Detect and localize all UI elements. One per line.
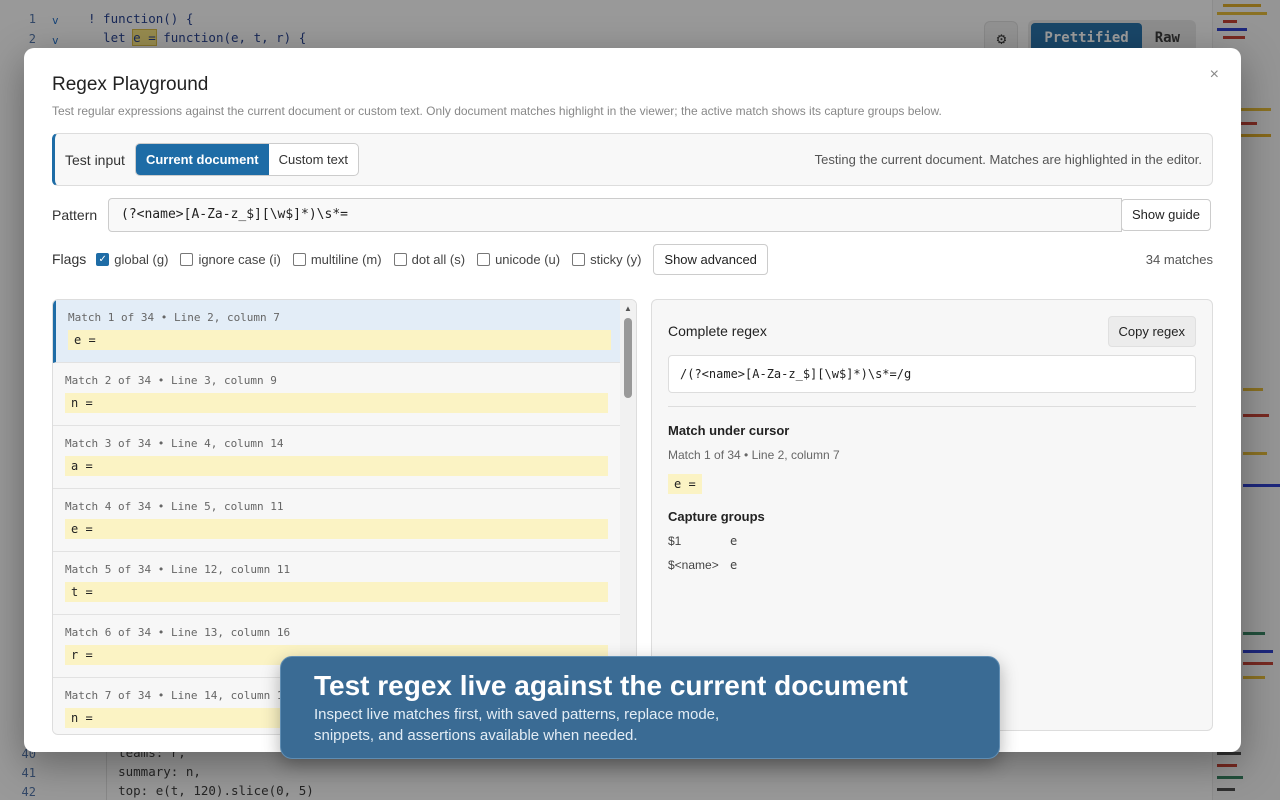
copy-regex-button[interactable]: Copy regex bbox=[1107, 316, 1196, 347]
custom-text-button[interactable]: Custom text bbox=[269, 144, 358, 175]
match-under-cursor-label: Match under cursor bbox=[668, 423, 790, 438]
match-meta: Match 5 of 34 • Line 12, column 11 bbox=[65, 563, 291, 576]
flag-label: global (g) bbox=[114, 251, 169, 267]
pattern-row: Pattern (?<name>[A-Za-z_$][\w$]*)\s*= Sh… bbox=[52, 198, 1213, 232]
flag-label: dot all (s) bbox=[411, 251, 466, 267]
flag-global[interactable]: ✓ global (g) bbox=[96, 252, 168, 267]
flag-dot-all[interactable]: dot all (s) bbox=[393, 251, 466, 267]
match-under-cursor-meta: Match 1 of 34 • Line 2, column 7 bbox=[668, 448, 840, 462]
complete-regex-label: Complete regex bbox=[668, 323, 767, 339]
scroll-thumb[interactable] bbox=[624, 318, 632, 398]
divider bbox=[668, 406, 1196, 407]
flag-multiline[interactable]: multiline (m) bbox=[292, 251, 382, 267]
pattern-label: Pattern bbox=[52, 207, 98, 223]
flags-row: Flags ✓ global (g) ignore case (i) multil… bbox=[52, 243, 1213, 275]
list-item[interactable]: Match 2 of 34 • Line 3, column 9 n = bbox=[53, 363, 621, 426]
capture-group-row: $1 e bbox=[668, 534, 737, 548]
test-input-status: Testing the current document. Matches ar… bbox=[814, 152, 1202, 167]
test-input-bar: Test input Current document Custom text … bbox=[52, 133, 1213, 186]
capture-group-row: $<name> e bbox=[668, 558, 737, 572]
match-text: a = bbox=[65, 456, 608, 476]
list-item[interactable]: Match 5 of 34 • Line 12, column 11 t = bbox=[53, 552, 621, 615]
complete-regex-field[interactable]: /(?<name>[A-Za-z_$][\w$]*)\s*=/g bbox=[668, 355, 1196, 393]
checkbox[interactable] bbox=[477, 252, 491, 266]
capture-groups-label: Capture groups bbox=[668, 509, 765, 524]
match-meta: Match 4 of 34 • Line 5, column 11 bbox=[65, 500, 284, 513]
match-count: 34 matches bbox=[1145, 251, 1213, 267]
pattern-input[interactable]: (?<name>[A-Za-z_$][\w$]*)\s*= bbox=[108, 198, 1122, 232]
match-text: n = bbox=[65, 393, 608, 413]
flag-label: ignore case (i) bbox=[198, 251, 281, 267]
match-under-cursor-text: e = bbox=[668, 474, 702, 494]
capture-group-key: $<name> bbox=[668, 558, 719, 572]
checkbox[interactable] bbox=[180, 252, 194, 266]
regex-playground-dialog: Regex Playground Test regular expression… bbox=[24, 48, 1241, 752]
match-text: t = bbox=[65, 582, 608, 602]
capture-group-value: e bbox=[730, 534, 738, 548]
flag-ignore-case[interactable]: ignore case (i) bbox=[180, 251, 281, 267]
checkbox[interactable] bbox=[292, 252, 306, 266]
flag-label: unicode (u) bbox=[495, 251, 561, 267]
test-input-toggle: Current document Custom text bbox=[134, 143, 359, 176]
checkbox-checked-icon[interactable]: ✓ bbox=[96, 252, 110, 266]
flags-label: Flags bbox=[52, 251, 87, 267]
flag-label: multiline (m) bbox=[310, 251, 382, 267]
match-meta: Match 3 of 34 • Line 4, column 14 bbox=[65, 437, 284, 450]
capture-group-value: e bbox=[730, 558, 738, 572]
banner-subtitle: Inspect live matches first, with saved p… bbox=[314, 706, 720, 744]
match-meta: Match 2 of 34 • Line 3, column 9 bbox=[65, 374, 277, 387]
list-item[interactable]: Match 1 of 34 • Line 2, column 7 e = bbox=[53, 300, 621, 363]
list-item[interactable]: Match 3 of 34 • Line 4, column 14 a = bbox=[53, 426, 621, 489]
banner-title: Test regex live against the current docu… bbox=[314, 670, 908, 701]
show-guide-button[interactable]: Show guide bbox=[1121, 199, 1211, 231]
close-icon[interactable]: × bbox=[1210, 66, 1219, 84]
match-text: e = bbox=[68, 330, 611, 350]
flag-unicode[interactable]: unicode (u) bbox=[477, 252, 560, 267]
dialog-subtitle: Test regular expressions against the cur… bbox=[52, 104, 942, 118]
match-meta: Match 1 of 34 • Line 2, column 7 bbox=[68, 311, 280, 324]
checkbox[interactable] bbox=[572, 252, 586, 266]
current-document-button[interactable]: Current document bbox=[135, 144, 269, 175]
checkbox[interactable] bbox=[393, 252, 407, 266]
match-meta: Match 7 of 34 • Line 14, column 18 bbox=[65, 689, 291, 702]
show-advanced-button[interactable]: Show advanced bbox=[653, 243, 768, 275]
match-meta: Match 6 of 34 • Line 13, column 16 bbox=[65, 626, 291, 639]
test-input-label: Test input bbox=[65, 151, 125, 168]
flag-sticky[interactable]: sticky (y) bbox=[572, 252, 641, 267]
list-item[interactable]: Match 4 of 34 • Line 5, column 11 e = bbox=[53, 489, 621, 552]
dialog-title: Regex Playground bbox=[52, 74, 209, 95]
scroll-up-icon[interactable]: ▲ bbox=[624, 304, 632, 313]
feature-caption-banner: Test regex live against the current docu… bbox=[280, 656, 1000, 759]
capture-group-key: $1 bbox=[668, 534, 682, 548]
match-text: e = bbox=[65, 519, 608, 539]
flag-label: sticky (y) bbox=[590, 251, 642, 267]
